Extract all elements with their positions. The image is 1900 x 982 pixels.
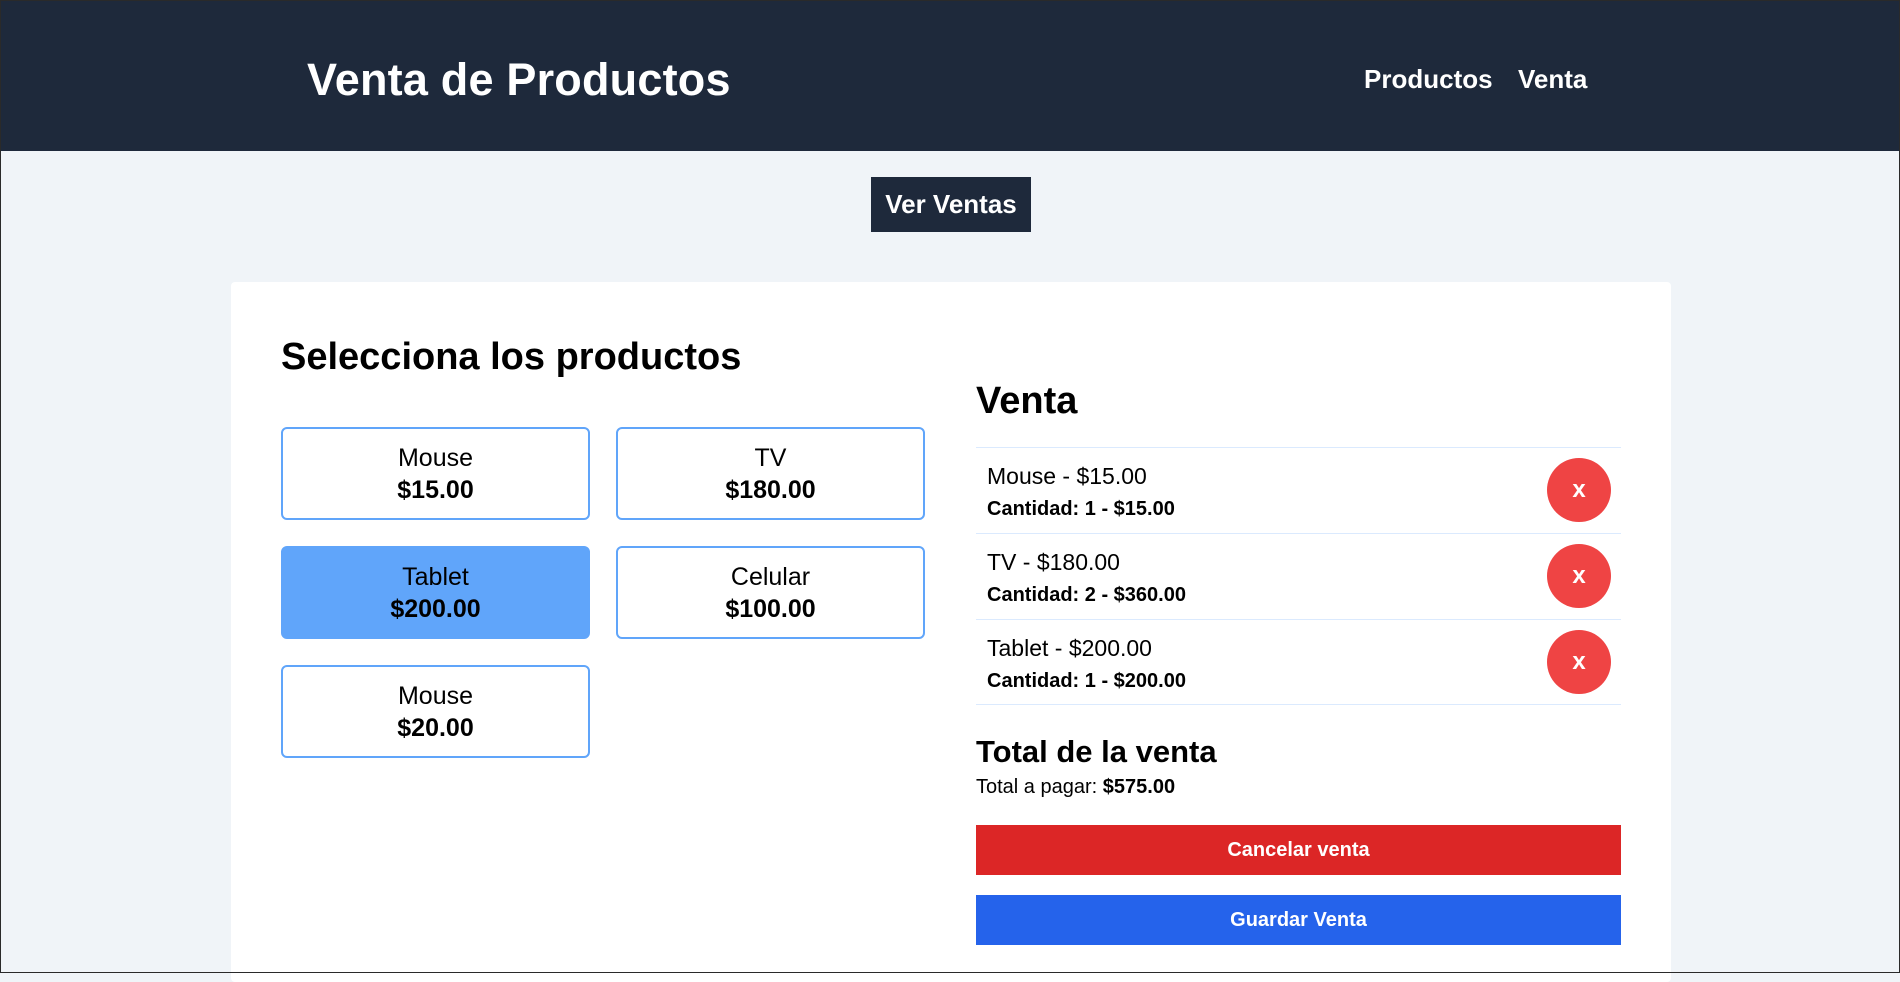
product-name: Mouse <box>397 443 474 472</box>
sale-item-name-price: Mouse - $15.00 <box>987 463 1147 489</box>
product-card-mouse[interactable]: Mouse $15.00 <box>281 427 590 520</box>
total-value: $575.00 <box>1102 776 1176 798</box>
sale-items-list: Mouse - $15.00 Cantidad: 1 - $15.00 x TV… <box>976 447 1621 705</box>
product-name: Tablet <box>402 562 469 591</box>
sale-item: Mouse - $15.00 Cantidad: 1 - $15.00 x <box>976 447 1621 533</box>
product-card-tablet[interactable]: Tablet $200.00 <box>281 546 590 639</box>
product-price: $200.00 <box>390 594 481 623</box>
sale-item: Tablet - $200.00 Cantidad: 1 - $200.00 x <box>976 619 1621 705</box>
product-name: TV <box>754 443 787 472</box>
product-name: Celular <box>730 562 811 591</box>
product-card-tv[interactable]: TV $180.00 <box>616 427 925 520</box>
top-navbar: Venta de Productos Productos Venta <box>0 0 1900 151</box>
save-sale-button[interactable]: Guardar Venta <box>976 895 1621 945</box>
sale-item-name-price: Tablet - $200.00 <box>987 635 1152 661</box>
app-title: Venta de Productos <box>307 54 731 105</box>
product-price: $100.00 <box>725 594 816 623</box>
remove-item-button[interactable]: x <box>1547 630 1611 694</box>
product-price: $15.00 <box>397 475 474 504</box>
products-section-title: Selecciona los productos <box>281 336 742 378</box>
total-label: Total a pagar: <box>976 776 1098 798</box>
sale-item-quantity: Cantidad: 1 - $200.00 <box>987 670 1186 692</box>
product-price: $180.00 <box>725 475 816 504</box>
remove-item-button[interactable]: x <box>1547 458 1611 522</box>
product-price: $20.00 <box>397 713 474 742</box>
sale-title: Venta <box>976 380 1078 422</box>
ver-ventas-button[interactable]: Ver Ventas <box>871 177 1031 232</box>
total-title: Total de la venta <box>976 734 1217 769</box>
nav-link-productos[interactable]: Productos <box>1364 62 1493 96</box>
cancel-sale-button[interactable]: Cancelar venta <box>976 825 1621 875</box>
product-name: Mouse <box>397 681 474 710</box>
nav-link-venta[interactable]: Venta <box>1518 62 1587 96</box>
remove-item-button[interactable]: x <box>1547 544 1611 608</box>
total-line: Total a pagar: $575.00 <box>976 774 1175 800</box>
sale-item: TV - $180.00 Cantidad: 2 - $360.00 x <box>976 533 1621 619</box>
sale-item-quantity: Cantidad: 1 - $15.00 <box>987 498 1175 520</box>
product-card-celular[interactable]: Celular $100.00 <box>616 546 925 639</box>
sale-item-quantity: Cantidad: 2 - $360.00 <box>987 584 1186 606</box>
product-card-mouse-2[interactable]: Mouse $20.00 <box>281 665 590 758</box>
sale-item-name-price: TV - $180.00 <box>987 549 1120 575</box>
